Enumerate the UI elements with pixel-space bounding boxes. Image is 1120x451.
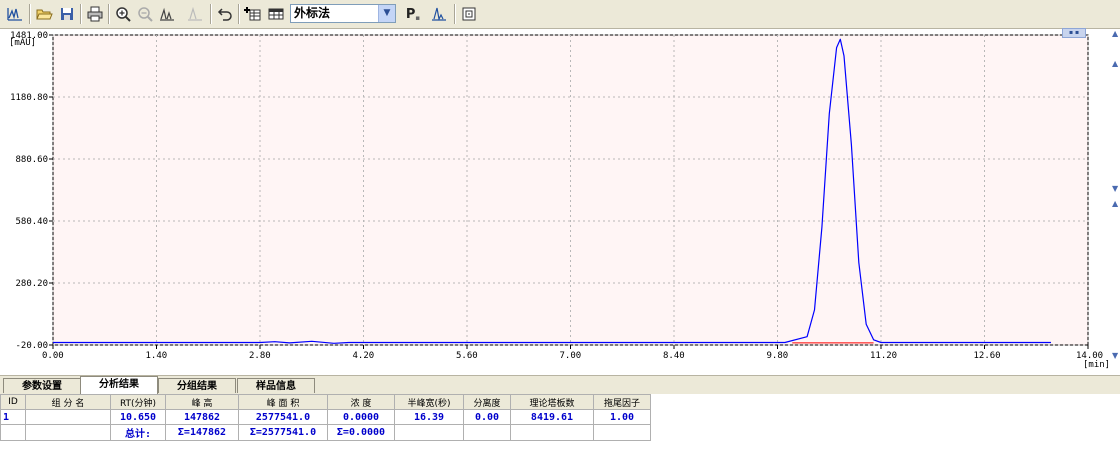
zoom-handle-icon[interactable]: ▪ ▪ bbox=[1062, 28, 1086, 38]
table-totals-row: 总计: Σ=147862 Σ=2577541.0 Σ=0.0000 bbox=[0, 424, 651, 441]
total-cell bbox=[0, 424, 26, 441]
x-axis-unit-label: [min] bbox=[1083, 360, 1110, 370]
x-tick-label: 7.00 bbox=[560, 351, 582, 361]
y-tick-label: 1180.80 bbox=[10, 93, 48, 103]
cell-peak-area[interactable]: 2577541.0 bbox=[238, 409, 328, 425]
y-tick-label: 880.60 bbox=[15, 155, 48, 165]
scroll-down-icon[interactable]: ▼ bbox=[1112, 351, 1118, 360]
cell-plates[interactable]: 8419.61 bbox=[510, 409, 594, 425]
save-icon[interactable] bbox=[56, 3, 78, 25]
chromatogram-svg: 0.00 1.40 2.80 4.20 5.60 7.00 8.40 9.80 11.20 12.… bbox=[9, 31, 1110, 370]
total-cell bbox=[394, 424, 464, 441]
scroll-up-icon[interactable]: ▲ bbox=[1112, 199, 1118, 208]
total-cell bbox=[593, 424, 651, 441]
tab-group-results[interactable]: 分组结果 bbox=[158, 378, 236, 393]
table-row[interactable]: 1 10.650 147862 2577541.0 0.0000 16.39 0… bbox=[0, 409, 651, 425]
total-peak-height: Σ=147862 bbox=[165, 424, 239, 441]
print-icon[interactable] bbox=[84, 3, 106, 25]
peak-icon[interactable] bbox=[428, 3, 450, 25]
column-header-component[interactable]: 组 分 名 bbox=[25, 394, 111, 410]
total-label: 总计: bbox=[110, 424, 166, 441]
column-header-plates[interactable]: 理论塔板数 bbox=[510, 394, 594, 410]
x-tick-label: 11.20 bbox=[870, 351, 897, 361]
undo-icon[interactable] bbox=[214, 3, 236, 25]
x-tick-label: 4.20 bbox=[353, 351, 375, 361]
y-tick-label: -20.00 bbox=[15, 341, 48, 351]
refresh-icon[interactable] bbox=[458, 3, 480, 25]
y-tick-label: 580.40 bbox=[15, 217, 48, 227]
y-tick-label: 280.20 bbox=[15, 279, 48, 289]
cell-resolution[interactable]: 0.00 bbox=[463, 409, 511, 425]
column-header-peak-height[interactable]: 峰 高 bbox=[165, 394, 239, 410]
column-header-peak-area[interactable]: 峰 面 积 bbox=[238, 394, 328, 410]
total-cell bbox=[463, 424, 511, 441]
cell-concentration[interactable]: 0.0000 bbox=[327, 409, 395, 425]
open-folder-icon[interactable] bbox=[33, 3, 55, 25]
cell-peak-height[interactable]: 147862 bbox=[165, 409, 239, 425]
table-icon[interactable] bbox=[265, 3, 287, 25]
total-concentration: Σ=0.0000 bbox=[327, 424, 395, 441]
cell-tailing[interactable]: 1.00 bbox=[593, 409, 651, 425]
chevron-down-icon[interactable]: ▼ bbox=[378, 5, 395, 22]
total-cell bbox=[510, 424, 594, 441]
column-header-resolution[interactable]: 分离度 bbox=[463, 394, 511, 410]
x-tick-label: 2.80 bbox=[249, 351, 271, 361]
tab-parameters[interactable]: 参数设置 bbox=[3, 378, 81, 393]
x-tick-label: 8.40 bbox=[663, 351, 685, 361]
x-tick-label: 9.80 bbox=[767, 351, 789, 361]
chromatogram-icon[interactable] bbox=[4, 3, 26, 25]
method-select-value: 外标法 bbox=[294, 6, 331, 20]
x-tick-label: 12.60 bbox=[974, 351, 1001, 361]
scroll-up-icon[interactable]: ▲ bbox=[1112, 29, 1118, 38]
chromatogram-chart[interactable]: 0.00 1.40 2.80 4.20 5.60 7.00 8.40 9.80 11.20 12.… bbox=[0, 28, 1120, 374]
cell-id[interactable]: 1 bbox=[0, 409, 26, 425]
column-header-tailing[interactable]: 拖尾因子 bbox=[593, 394, 651, 410]
column-header-id[interactable]: ID bbox=[0, 394, 26, 410]
peak-label-button[interactable]: P ▪ bbox=[402, 3, 424, 25]
zoom-in-icon[interactable] bbox=[112, 3, 134, 25]
results-table[interactable]: ID 组 分 名 RT(分钟) 峰 高 峰 面 积 浓 度 半峰宽(秒) 分离度… bbox=[0, 394, 651, 441]
tab-sample-info[interactable]: 样品信息 bbox=[237, 378, 315, 393]
cell-rt[interactable]: 10.650 bbox=[110, 409, 166, 425]
scroll-down-icon[interactable]: ▼ bbox=[1112, 184, 1118, 193]
peak-disabled-icon bbox=[184, 3, 206, 25]
column-header-rt[interactable]: RT(分钟) bbox=[110, 394, 166, 410]
total-peak-area: Σ=2577541.0 bbox=[238, 424, 328, 441]
x-tick-label: 0.00 bbox=[42, 351, 64, 361]
cell-component[interactable] bbox=[25, 409, 111, 425]
cell-half-width[interactable]: 16.39 bbox=[394, 409, 464, 425]
table-header-row: ID 组 分 名 RT(分钟) 峰 高 峰 面 积 浓 度 半峰宽(秒) 分离度… bbox=[0, 394, 651, 410]
y-axis-unit-label: [mAU] bbox=[9, 38, 36, 48]
tab-analysis-results[interactable]: 分析结果 bbox=[80, 376, 158, 394]
column-header-concentration[interactable]: 浓 度 bbox=[327, 394, 395, 410]
zoom-out-icon bbox=[134, 3, 156, 25]
total-cell bbox=[25, 424, 111, 441]
toolbar: 外标法 ▼ P ▪ bbox=[0, 0, 1120, 29]
scroll-up-icon[interactable]: ▲ bbox=[1112, 59, 1118, 68]
integration-method-select[interactable]: 外标法 ▼ bbox=[290, 4, 396, 23]
x-tick-label: 5.60 bbox=[456, 351, 478, 361]
x-tick-label: 1.40 bbox=[146, 351, 168, 361]
peak-icon[interactable] bbox=[156, 3, 178, 25]
column-header-half-width[interactable]: 半峰宽(秒) bbox=[394, 394, 464, 410]
result-tabs: 参数设置 分析结果 分组结果 样品信息 bbox=[0, 375, 1120, 394]
p-button-label: P bbox=[405, 6, 416, 22]
integrate-icon[interactable] bbox=[242, 3, 264, 25]
